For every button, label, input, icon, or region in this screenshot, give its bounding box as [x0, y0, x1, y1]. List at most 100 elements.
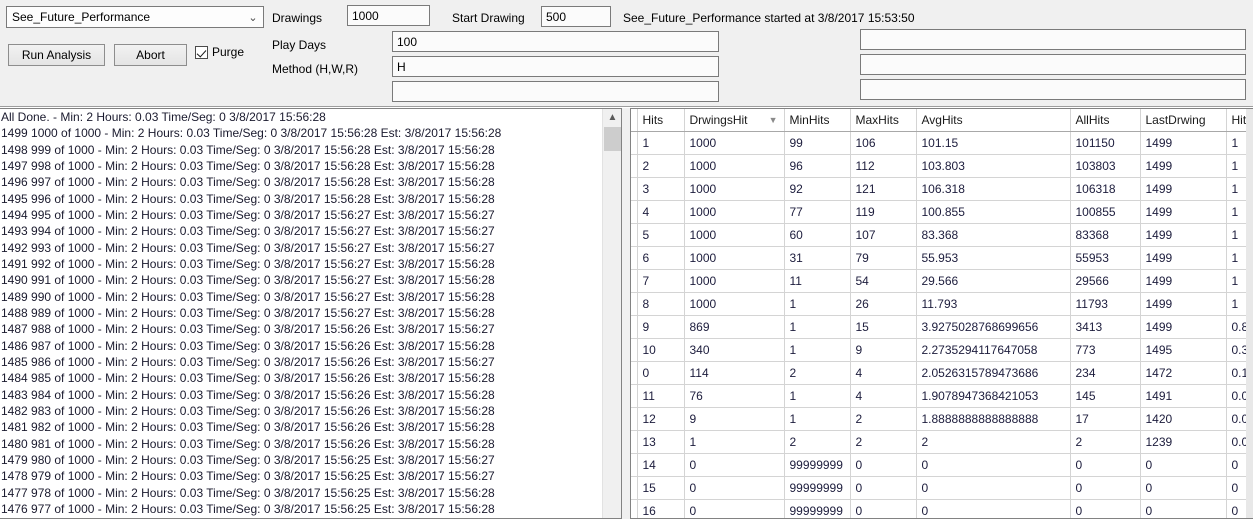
table-cell[interactable]: 5: [637, 223, 685, 247]
grid-vertical-scrollbar[interactable]: [1246, 109, 1253, 518]
table-cell[interactable]: 11: [637, 384, 685, 408]
table-cell[interactable]: 0: [916, 453, 1071, 477]
table-row[interactable]: 6 1000 31 79 55.953 55953 1499 1: [631, 246, 1253, 270]
scrollbar-thumb[interactable]: [604, 127, 621, 151]
table-cell[interactable]: 2: [637, 154, 685, 178]
table-cell[interactable]: 1491: [1140, 384, 1227, 408]
table-cell[interactable]: 60: [784, 223, 851, 247]
table-row[interactable]: 0114242.052631578947368623414720.114: [631, 361, 1253, 385]
table-cell[interactable]: 0: [850, 499, 917, 518]
table-row[interactable]: 129121.88888888888888881714200.009: [631, 407, 1253, 431]
table-cell[interactable]: 1499: [1140, 131, 1227, 155]
table-cell[interactable]: 2.0526315789473686: [916, 361, 1071, 385]
table-cell[interactable]: 1000: [684, 131, 785, 155]
table-cell[interactable]: 0: [684, 476, 785, 500]
table-cell[interactable]: 29.566: [916, 269, 1071, 293]
table-cell[interactable]: 1000: [684, 177, 785, 201]
table-cell[interactable]: 100855: [1070, 200, 1141, 224]
table-cell[interactable]: 16: [637, 499, 685, 518]
play-days-input[interactable]: [392, 31, 719, 52]
log-vertical-scrollbar[interactable]: ▲: [602, 109, 621, 518]
start-drawing-input[interactable]: [541, 6, 611, 27]
table-cell[interactable]: 11: [784, 269, 851, 293]
table-cell[interactable]: 0: [684, 499, 785, 518]
table-cell[interactable]: 11.793: [916, 292, 1071, 316]
table-cell[interactable]: 0: [1140, 476, 1227, 500]
table-cell[interactable]: 106318: [1070, 177, 1141, 201]
table-cell[interactable]: 121: [850, 177, 917, 201]
table-cell[interactable]: 12: [637, 407, 685, 431]
table-cell[interactable]: 1239: [1140, 430, 1227, 454]
table-cell[interactable]: 1: [784, 292, 851, 316]
table-cell[interactable]: 2: [850, 407, 917, 431]
table-cell[interactable]: 4: [850, 384, 917, 408]
table-cell[interactable]: 10: [637, 338, 685, 362]
table-cell[interactable]: 2: [1070, 430, 1141, 454]
table-cell[interactable]: 114: [684, 361, 785, 385]
analysis-type-select[interactable]: See_Future_Performance ⌄: [6, 6, 264, 28]
method-input[interactable]: [392, 56, 719, 77]
table-cell[interactable]: 101.15: [916, 131, 1071, 155]
table-cell[interactable]: 2.2735294117647058: [916, 338, 1071, 362]
purge-checkbox[interactable]: Purge: [195, 45, 244, 59]
table-cell[interactable]: 79: [850, 246, 917, 270]
abort-button[interactable]: Abort: [114, 44, 187, 66]
table-cell[interactable]: 1499: [1140, 223, 1227, 247]
table-cell[interactable]: 4: [637, 200, 685, 224]
table-cell[interactable]: 1000: [684, 269, 785, 293]
table-cell[interactable]: 0: [916, 499, 1071, 518]
table-row[interactable]: 14 0 99999999 0 0 0 0 0: [631, 453, 1253, 477]
grid-column-header-maxhits[interactable]: MaxHits: [850, 109, 917, 132]
table-cell[interactable]: 1: [684, 430, 785, 454]
table-cell[interactable]: 340: [684, 338, 785, 362]
table-row[interactable]: 1 1000 99 106 101.15 101150 1499 1: [631, 131, 1253, 155]
table-cell[interactable]: 29566: [1070, 269, 1141, 293]
table-cell[interactable]: 0: [637, 361, 685, 385]
table-row[interactable]: 131222212390.001: [631, 430, 1253, 454]
table-cell[interactable]: 100.855: [916, 200, 1071, 224]
table-cell[interactable]: 2: [784, 430, 851, 454]
table-cell[interactable]: 1: [637, 131, 685, 155]
table-cell[interactable]: 14: [637, 453, 685, 477]
table-cell[interactable]: 1000: [684, 223, 785, 247]
table-cell[interactable]: 1420: [1140, 407, 1227, 431]
table-cell[interactable]: 2: [850, 430, 917, 454]
table-cell[interactable]: 0: [684, 453, 785, 477]
table-cell[interactable]: 1000: [684, 292, 785, 316]
table-cell[interactable]: 9: [637, 315, 685, 339]
table-cell[interactable]: 15: [850, 315, 917, 339]
table-cell[interactable]: 107: [850, 223, 917, 247]
table-cell[interactable]: 1: [784, 407, 851, 431]
table-cell[interactable]: 0: [1140, 499, 1227, 518]
table-cell[interactable]: 11793: [1070, 292, 1141, 316]
table-cell[interactable]: 1499: [1140, 154, 1227, 178]
table-cell[interactable]: 13: [637, 430, 685, 454]
table-cell[interactable]: 7: [637, 269, 685, 293]
table-cell[interactable]: 101150: [1070, 131, 1141, 155]
table-cell[interactable]: 2: [916, 430, 1071, 454]
table-cell[interactable]: 1472: [1140, 361, 1227, 385]
table-cell[interactable]: 1: [784, 315, 851, 339]
table-cell[interactable]: 54: [850, 269, 917, 293]
table-cell[interactable]: 106: [850, 131, 917, 155]
table-cell[interactable]: 1499: [1140, 246, 1227, 270]
table-cell[interactable]: 83.368: [916, 223, 1071, 247]
grid-column-header-allhits[interactable]: AllHits: [1070, 109, 1141, 132]
table-cell[interactable]: 773: [1070, 338, 1141, 362]
table-cell[interactable]: 3: [637, 177, 685, 201]
table-row[interactable]: 10 340 1 9 2.2735294117647058 773 1495 0.34: [631, 338, 1253, 362]
run-analysis-button[interactable]: Run Analysis: [8, 44, 105, 66]
table-cell[interactable]: 1: [784, 338, 851, 362]
table-cell[interactable]: 83368: [1070, 223, 1141, 247]
table-row[interactable]: 15 0 99999999 0 0 0 0 0: [631, 476, 1253, 500]
table-cell[interactable]: 1.8888888888888888: [916, 407, 1071, 431]
table-row[interactable]: 5 1000 60 107 83.368 83368 1499 1: [631, 223, 1253, 247]
extra-input-1[interactable]: [392, 81, 719, 102]
table-cell[interactable]: 1499: [1140, 269, 1227, 293]
table-cell[interactable]: 106.318: [916, 177, 1071, 201]
table-cell[interactable]: 1: [784, 384, 851, 408]
table-cell[interactable]: 0: [1070, 499, 1141, 518]
table-cell[interactable]: 2: [784, 361, 851, 385]
table-cell[interactable]: 103803: [1070, 154, 1141, 178]
log-viewport[interactable]: All Done. - Min: 2 Hours: 0.03 Time/Seg:…: [0, 109, 601, 518]
